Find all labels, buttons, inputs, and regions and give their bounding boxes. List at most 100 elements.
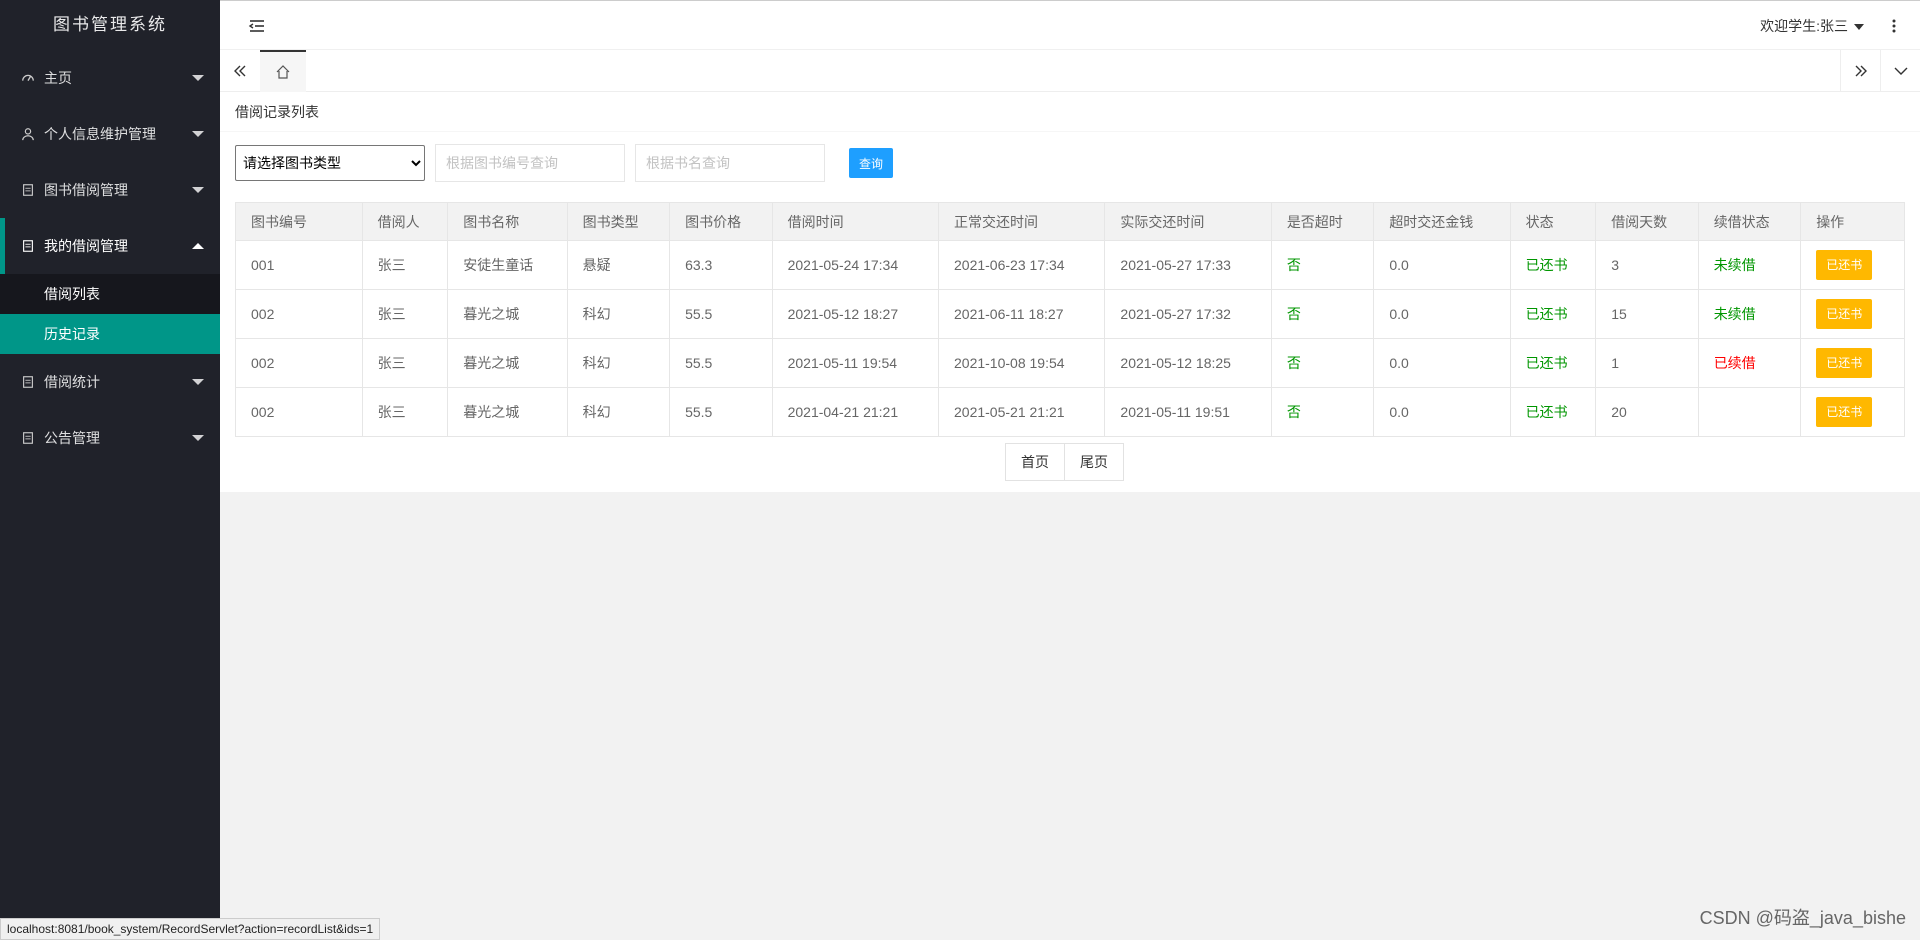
sidebar-item-statistics[interactable]: 借阅统计	[0, 354, 220, 410]
table-header-cell: 借阅天数	[1595, 202, 1699, 241]
sidebar-item-home[interactable]: 主页	[0, 50, 220, 106]
table-header-cell: 图书价格	[669, 202, 773, 241]
table-cell: 已还书	[1800, 289, 1905, 339]
table-header-cell: 图书编号	[235, 202, 363, 241]
returned-action-button[interactable]: 已还书	[1816, 397, 1873, 427]
table-cell: 2021-05-27 17:32	[1104, 289, 1272, 339]
table-cell: 2021-05-24 17:34	[771, 240, 940, 290]
table-cell: 未续借	[1697, 289, 1802, 339]
table-header-cell: 图书类型	[566, 202, 671, 241]
table-body: 001 张三 安徒生童话 悬疑 63.3 2021-05-24 17:34 2021-06-…	[235, 240, 1905, 437]
tabs-scroll-right-button[interactable]	[1840, 50, 1880, 92]
caret-down-icon	[1854, 24, 1864, 31]
table-cell: 20	[1595, 387, 1699, 437]
tabs-menu-button[interactable]	[1880, 50, 1920, 92]
query-button[interactable]: 查询	[849, 148, 893, 178]
table-cell: 55.5	[669, 387, 773, 437]
table-cell: 2021-04-21 21:21	[771, 387, 940, 437]
table-cell	[1697, 387, 1802, 437]
sidebar-subitem-borrow-list[interactable]: 借阅列表	[0, 274, 220, 314]
table-cell: 0.0	[1373, 289, 1511, 339]
top-header: 欢迎学生:张三	[220, 0, 1920, 50]
chevron-up-icon	[192, 243, 204, 249]
table-cell: 1	[1595, 338, 1699, 388]
sidebar-subnav: 借阅列表 历史记录	[0, 274, 220, 354]
sidebar-item-label: 我的借阅管理	[44, 238, 128, 254]
table-cell: 2021-10-08 19:54	[937, 338, 1106, 388]
user-icon	[20, 126, 36, 142]
table-cell: 张三	[361, 289, 449, 339]
sidebar-item-notice[interactable]: 公告管理	[0, 410, 220, 466]
table-cell: 001	[235, 240, 363, 290]
user-menu[interactable]: 欢迎学生:张三	[1760, 1, 1864, 51]
table-cell: 002	[235, 289, 363, 339]
returned-action-button[interactable]: 已还书	[1816, 348, 1873, 378]
table-cell: 已还书	[1509, 338, 1597, 388]
sidebar-item-book-borrow[interactable]: 图书借阅管理	[0, 162, 220, 218]
list-icon	[20, 238, 36, 254]
table-header-cell: 正常交还时间	[937, 202, 1106, 241]
table-row: 002 张三 暮光之城 科幻 55.5 2021-05-11 19:54 2021-10-0…	[235, 338, 1905, 388]
table-cell: 张三	[361, 240, 449, 290]
returned-action-button[interactable]: 已还书	[1816, 250, 1873, 280]
sidebar-item-my-borrow[interactable]: 我的借阅管理	[0, 218, 220, 274]
table-cell: 悬疑	[566, 240, 671, 290]
table-cell: 否	[1270, 387, 1375, 437]
table-cell: 2021-05-12 18:27	[771, 289, 940, 339]
table-cell: 安徒生童话	[447, 240, 568, 290]
sidebar-item-profile[interactable]: 个人信息维护管理	[0, 106, 220, 162]
table-cell: 2021-06-11 18:27	[937, 289, 1106, 339]
table-cell: 科幻	[566, 338, 671, 388]
table-cell: 已还书	[1509, 240, 1597, 290]
tabs-scroll-left-button[interactable]	[220, 50, 260, 92]
table-header-cell: 超时交还金钱	[1373, 202, 1511, 241]
table-cell: 2021-05-11 19:54	[771, 338, 940, 388]
table-header-cell: 借阅人	[361, 202, 449, 241]
table-row: 002 张三 暮光之城 科幻 55.5 2021-05-12 18:27 2021-06-1…	[235, 289, 1905, 339]
book-code-input[interactable]	[435, 144, 625, 182]
borrow-record-table: 图书编号 借阅人 图书名称 图书类型 图书价格 借阅时间 正常交还时间 实际交还时间 是否超时超…	[235, 202, 1905, 437]
card-title: 借阅记录列表	[220, 92, 1920, 132]
tabs-bar	[220, 50, 1920, 92]
table-header-cell: 是否超时	[1270, 202, 1375, 241]
chevron-down-icon	[1894, 67, 1907, 75]
table-cell: 15	[1595, 289, 1699, 339]
more-vertical-icon[interactable]	[1888, 16, 1900, 36]
list-icon	[20, 374, 36, 390]
table-cell: 2021-05-12 18:25	[1104, 338, 1272, 388]
dashboard-icon	[20, 70, 36, 86]
user-label: 欢迎学生:张三	[1760, 18, 1848, 34]
table-cell: 张三	[361, 338, 449, 388]
chevron-down-icon	[192, 75, 204, 81]
table-cell: 已还书	[1509, 387, 1597, 437]
tab-home[interactable]	[260, 50, 306, 92]
last-page-button[interactable]: 尾页	[1065, 443, 1124, 481]
list-icon	[20, 182, 36, 198]
table-cell: 暮光之城	[447, 289, 568, 339]
table-cell: 已还书	[1800, 338, 1905, 388]
table-header-cell: 借阅时间	[771, 202, 940, 241]
table-cell: 2021-05-21 21:21	[937, 387, 1106, 437]
table-cell: 暮光之城	[447, 387, 568, 437]
sidebar-subitem-history[interactable]: 历史记录	[0, 314, 220, 354]
sidebar-item-label: 公告管理	[44, 430, 100, 446]
menu-toggle-icon[interactable]	[248, 17, 266, 35]
table-cell: 002	[235, 387, 363, 437]
table-header-cell: 操作	[1800, 202, 1905, 241]
table-header-cell: 图书名称	[447, 202, 568, 241]
table-cell: 已还书	[1800, 387, 1905, 437]
table-cell: 2021-05-27 17:33	[1104, 240, 1272, 290]
table-header-cell: 实际交还时间	[1104, 202, 1272, 241]
returned-action-button[interactable]: 已还书	[1816, 299, 1873, 329]
sidebar: 图书管理系统 主页 个人信息维护管理 图书借阅管理 我的借阅管理 借阅列表 历史…	[0, 0, 220, 940]
sidebar-item-label: 主页	[44, 70, 72, 86]
list-icon	[20, 430, 36, 446]
double-chevron-left-icon	[234, 65, 246, 77]
book-type-select[interactable]: 请选择图书类型	[235, 145, 425, 181]
table-cell: 否	[1270, 240, 1375, 290]
sidebar-item-label: 图书借阅管理	[44, 182, 128, 198]
first-page-button[interactable]: 首页	[1005, 443, 1065, 481]
table-cell: 0.0	[1373, 387, 1511, 437]
filter-bar: 请选择图书类型 查询	[235, 144, 893, 182]
book-name-input[interactable]	[635, 144, 825, 182]
